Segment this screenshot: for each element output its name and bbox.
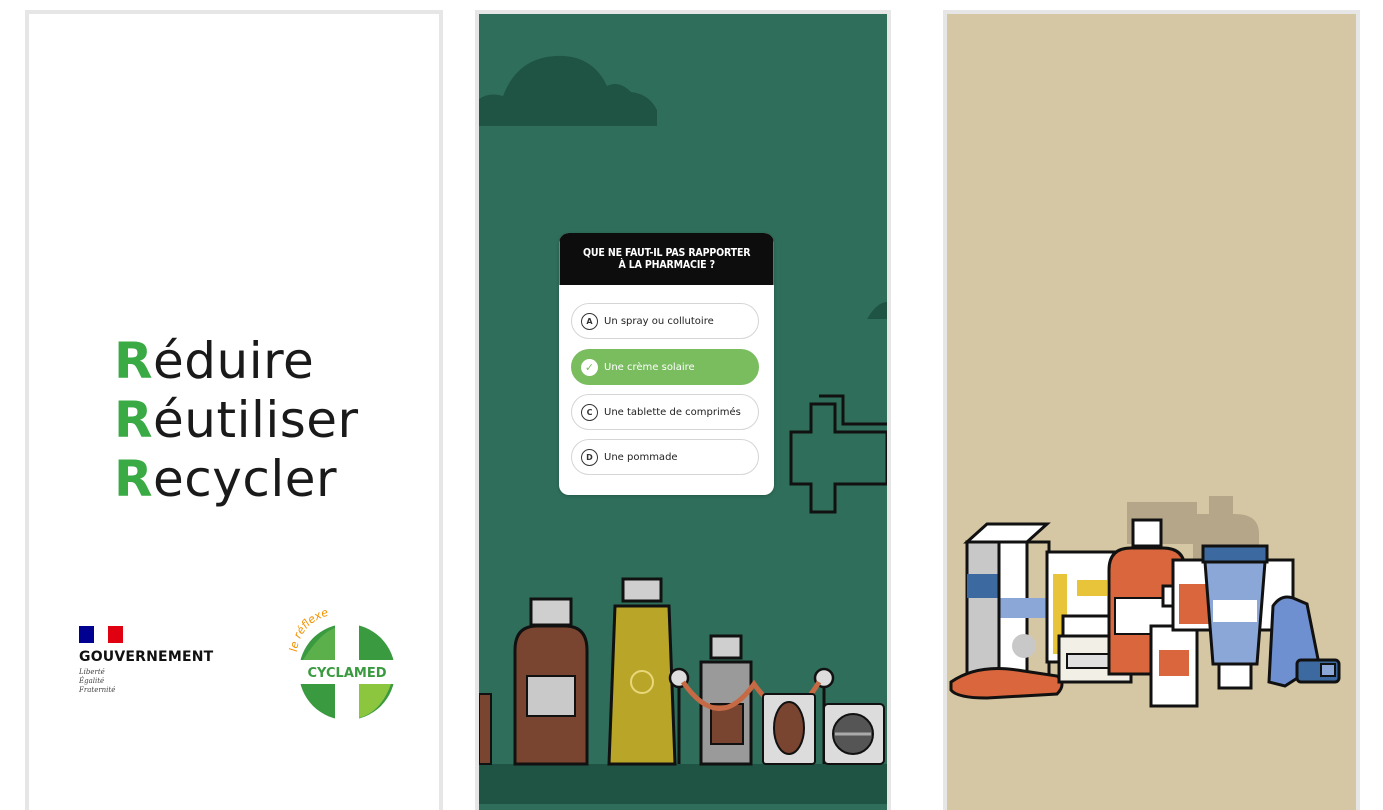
slogan-list: Réduire Réutiliser Recycler	[114, 332, 359, 509]
panel-slogan: Réduire Réutiliser Recycler GOUVERNEMENT…	[25, 10, 443, 810]
cyclamed-logo: le réflexe CYCLAMED	[287, 606, 395, 720]
checkmark-icon: ✓	[581, 358, 598, 376]
bottle-cap-icon	[529, 597, 573, 627]
quiz-question: QUE NE FAUT-IL PAS RAPPORTER À LA PHARMA…	[559, 233, 774, 285]
cream-tube-icon	[1201, 544, 1269, 564]
quiz-option-b-correct[interactable]: ✓ Une crème solaire	[571, 349, 759, 385]
cloud-icon	[479, 55, 657, 127]
cyclamed-name: CYCLAMED	[308, 666, 387, 681]
quiz-card: QUE NE FAUT-IL PAS RAPPORTER À LA PHARMA…	[559, 233, 774, 495]
pill-icon	[773, 701, 805, 755]
french-flag-icon	[79, 626, 124, 643]
pharmacy-cross-icon	[789, 402, 887, 514]
slogan-line-reduire: Réduire	[114, 332, 315, 390]
quiz-option-d[interactable]: D Une pommade	[571, 439, 759, 475]
panel-quiz: QUE NE FAUT-IL PAS RAPPORTER À LA PHARMA…	[475, 10, 891, 810]
slogan-line-recycler: Recycler	[114, 450, 338, 508]
quiz-option-c[interactable]: C Une tablette de comprimés	[571, 394, 759, 430]
government-motto: Liberté Égalité Fraternité	[79, 668, 116, 694]
government-name: GOUVERNEMENT	[79, 649, 214, 665]
panel-medicines	[943, 10, 1360, 810]
quiz-option-a[interactable]: A Un spray ou collutoire	[571, 303, 759, 339]
medicines-illustration	[949, 496, 1341, 708]
cream-tube-icon	[607, 604, 677, 766]
slogan-line-reutiliser: Réutiliser	[114, 391, 359, 449]
spray-icon	[709, 634, 743, 660]
government-logo: GOUVERNEMENT Liberté Égalité Fraternité	[79, 626, 213, 695]
